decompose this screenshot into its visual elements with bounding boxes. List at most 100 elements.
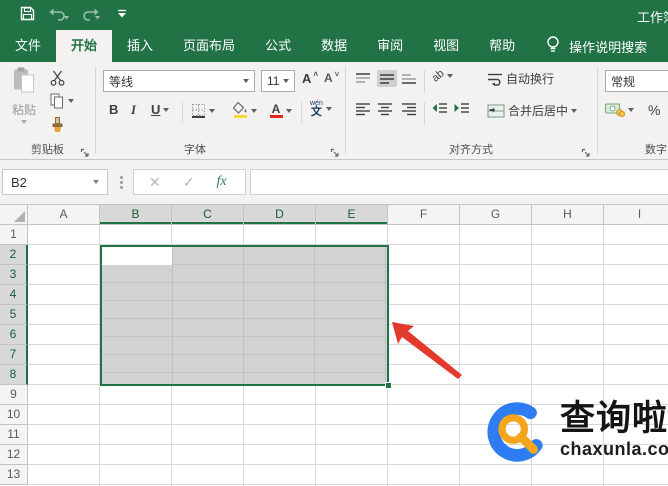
row-header-8[interactable]: 8 [0, 365, 28, 385]
phonetic-guide-button[interactable]: wén 文 [310, 100, 332, 118]
decrease-indent-button[interactable] [432, 102, 448, 116]
formula-input[interactable] [250, 169, 668, 195]
middle-align-button[interactable] [377, 70, 397, 87]
column-header-a[interactable]: A [28, 205, 100, 225]
orientation-arrow [447, 74, 454, 78]
title-bar: 工作簿 [0, 0, 668, 30]
selection-range-b2-e8[interactable] [100, 245, 392, 389]
worksheet: ABCDEFGHI 1 2 3 4 5 6 7 8 9 10 11 12 13 查询啦 chaxunla… [0, 205, 668, 486]
save-icon[interactable] [20, 6, 35, 21]
wrap-text-icon [488, 73, 502, 86]
column-header-b[interactable]: B [100, 205, 172, 225]
orientation-button[interactable]: ab [430, 67, 454, 85]
row-headers: 1 2 3 4 5 6 7 8 9 10 11 12 13 [0, 225, 28, 485]
tab-file[interactable]: 文件 [0, 30, 56, 62]
merge-center-button[interactable]: 合并后居中 [487, 102, 578, 119]
tab-page-layout[interactable]: 页面布局 [168, 30, 250, 62]
tab-home[interactable]: 开始 [56, 30, 113, 62]
decrease-font-size-button[interactable]: A ˅ [324, 70, 339, 86]
column-header-f[interactable]: F [388, 205, 460, 225]
number-format-combo[interactable]: 常规 [605, 70, 668, 92]
format-painter-button[interactable] [50, 117, 66, 133]
copy-dropdown-arrow [68, 99, 74, 103]
cancel-icon[interactable]: ✕ [149, 174, 161, 191]
phonetic-icon: wén 文 [310, 100, 323, 118]
quick-access-toolbar [20, 6, 127, 21]
fill-color-button[interactable] [232, 101, 257, 119]
increase-indent-button[interactable] [454, 102, 470, 116]
select-all-button[interactable] [0, 205, 28, 225]
row-header-3[interactable]: 3 [0, 265, 28, 285]
underline-button[interactable]: U [151, 102, 170, 117]
increase-font-size-button[interactable]: A ˄ [302, 70, 318, 86]
customize-qat-icon[interactable] [117, 9, 127, 18]
wrap-text-button[interactable]: 自动换行 [487, 70, 554, 87]
mini-separator [424, 70, 425, 93]
tab-view[interactable]: 视图 [418, 30, 474, 62]
tab-insert[interactable]: 插入 [112, 30, 168, 62]
column-header-d[interactable]: D [244, 205, 316, 225]
tab-data[interactable]: 数据 [306, 30, 362, 62]
accounting-format-button[interactable] [605, 102, 634, 117]
tab-help[interactable]: 帮助 [474, 30, 530, 62]
row-header-2[interactable]: 2 [0, 245, 28, 265]
chaxunla-logo-icon [487, 402, 543, 462]
font-size-combo[interactable]: 11 [261, 70, 295, 92]
cut-button[interactable] [50, 70, 65, 86]
row-header-6[interactable]: 6 [0, 325, 28, 345]
borders-button[interactable] [191, 103, 215, 118]
accounting-format-icon [605, 103, 625, 117]
select-all-triangle-icon [14, 211, 25, 222]
font-size-arrow [283, 79, 289, 83]
active-cell-b2[interactable] [102, 247, 172, 265]
align-right-button[interactable] [401, 102, 417, 116]
enter-icon[interactable]: ✓ [183, 174, 195, 191]
column-header-e[interactable]: E [316, 205, 388, 225]
row-header-1[interactable]: 1 [0, 225, 28, 245]
tab-review[interactable]: 审阅 [362, 30, 418, 62]
row-header-12[interactable]: 12 [0, 445, 28, 465]
clipboard-dialog-launcher[interactable] [80, 145, 90, 157]
align-left-button[interactable] [355, 102, 371, 116]
row-header-10[interactable]: 10 [0, 405, 28, 425]
align-left-icon [356, 103, 370, 116]
undo-icon[interactable] [49, 7, 69, 21]
watermark-logo: 查询啦 chaxunla.com [484, 399, 668, 463]
tab-formulas[interactable]: 公式 [250, 30, 306, 62]
redo-icon[interactable] [83, 7, 103, 21]
row-header-4[interactable]: 4 [0, 285, 28, 305]
percent-style-button[interactable]: % [648, 102, 660, 118]
column-header-g[interactable]: G [460, 205, 532, 225]
font-dialog-launcher[interactable] [330, 145, 340, 157]
font-color-button[interactable]: A [269, 102, 292, 119]
paste-button[interactable]: 粘贴 [5, 67, 43, 135]
ribbon: 粘贴 剪贴板 等线 11 A ˄ A ˅ B I U A wén 文 字体 ab… [0, 62, 668, 160]
column-header-c[interactable]: C [172, 205, 244, 225]
lightbulb-icon [546, 35, 560, 57]
document-title: 工作簿 [637, 10, 668, 25]
bold-button[interactable]: B [109, 102, 118, 117]
tell-me-search[interactable]: 操作说明搜索 [546, 30, 647, 62]
bottom-align-button[interactable] [401, 72, 417, 85]
row-header-9[interactable]: 9 [0, 385, 28, 405]
row-header-5[interactable]: 5 [0, 305, 28, 325]
column-header-h[interactable]: H [532, 205, 604, 225]
row-header-13[interactable]: 13 [0, 465, 28, 485]
copy-button[interactable] [50, 93, 74, 109]
column-header-i[interactable]: I [604, 205, 668, 225]
align-center-button[interactable] [377, 102, 393, 116]
font-name-combo[interactable]: 等线 [103, 70, 255, 92]
top-align-button[interactable] [355, 72, 371, 85]
name-box[interactable]: B2 [2, 169, 108, 195]
name-box-arrow [93, 180, 99, 184]
italic-button[interactable]: I [131, 102, 136, 118]
row-header-11[interactable]: 11 [0, 425, 28, 445]
fill-handle[interactable] [385, 382, 392, 389]
insert-function-icon[interactable]: fx [216, 174, 226, 190]
formula-bar-drag-dots[interactable] [120, 176, 123, 179]
row-header-7[interactable]: 7 [0, 345, 28, 365]
increase-indent-icon [454, 103, 469, 113]
font-color-arrow [286, 108, 292, 113]
ribbon-tab-bar: 文件 开始 插入 页面布局 公式 数据 审阅 视图 帮助 操作说明搜索 [0, 30, 668, 62]
alignment-dialog-launcher[interactable] [581, 145, 591, 157]
